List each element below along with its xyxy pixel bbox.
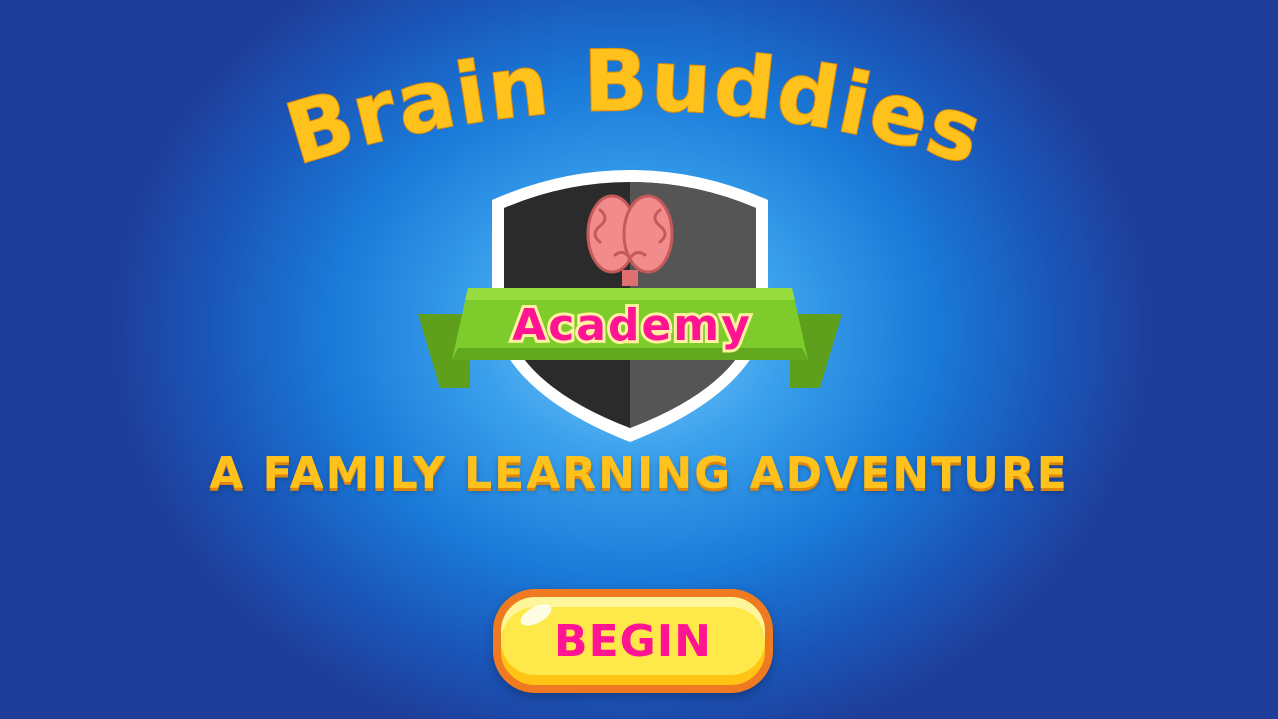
button-shine [517,599,555,631]
academy-emblem: Academy [418,170,842,442]
academy-label: Academy [512,300,752,351]
game-subtitle: A Family Learning Adventure [209,448,1069,499]
begin-button[interactable]: Begin [493,589,773,693]
begin-button-label: Begin [554,615,712,667]
